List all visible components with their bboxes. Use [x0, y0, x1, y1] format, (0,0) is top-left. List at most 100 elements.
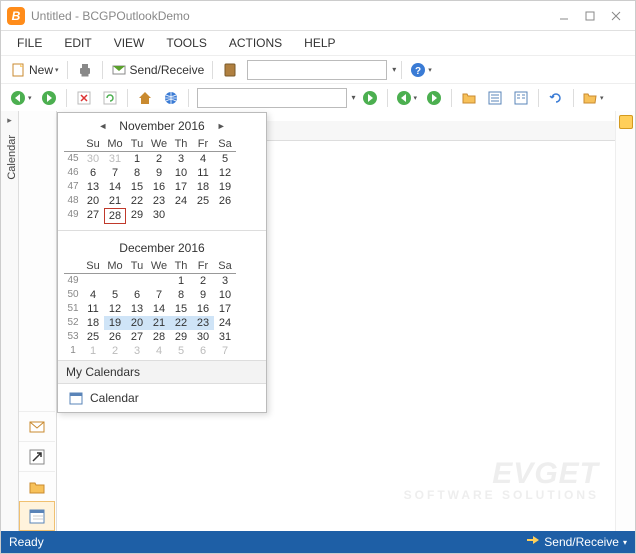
calendar-day[interactable]: 14 [148, 302, 170, 316]
calendar-day[interactable]: 15 [170, 302, 192, 316]
calendar-day[interactable]: 17 [214, 302, 236, 316]
prev-month-button[interactable]: ◄ [94, 121, 111, 131]
calendar-day[interactable]: 17 [170, 180, 192, 194]
calendar-day[interactable]: 5 [170, 344, 192, 358]
my-calendars-header[interactable]: My Calendars [58, 360, 266, 384]
calendar-day[interactable]: 9 [148, 166, 170, 180]
calendar-day[interactable]: 12 [104, 302, 126, 316]
search-input[interactable] [247, 60, 387, 80]
calendar-day[interactable]: 3 [170, 152, 192, 166]
calendar-day[interactable]: 18 [82, 316, 104, 330]
calendar-day[interactable]: 30 [148, 208, 170, 224]
calendar-day[interactable]: 18 [192, 180, 214, 194]
help-button[interactable]: ?▾ [407, 58, 435, 82]
vtab-calendar[interactable]: Calendar [1, 129, 18, 186]
calendar-day[interactable]: 3 [126, 344, 148, 358]
calendar-day[interactable]: 7 [214, 344, 236, 358]
forward-button[interactable] [37, 86, 61, 110]
print-button[interactable] [73, 58, 97, 82]
calendar-day[interactable]: 21 [148, 316, 170, 330]
calendar-day[interactable]: 19 [214, 180, 236, 194]
calendar-day[interactable]: 23 [148, 194, 170, 208]
calendar-day[interactable]: 1 [126, 152, 148, 166]
calendar-day[interactable]: 22 [170, 316, 192, 330]
maximize-button[interactable] [577, 6, 603, 26]
calendar-day[interactable]: 4 [192, 152, 214, 166]
calendar-day[interactable]: 15 [126, 180, 148, 194]
open-folder-button[interactable]: ▾ [579, 86, 607, 110]
go-button[interactable] [358, 86, 382, 110]
calendar-day[interactable]: 9 [192, 288, 214, 302]
nav-calendar[interactable] [19, 501, 55, 531]
calendar-day[interactable]: 24 [170, 194, 192, 208]
minimize-button[interactable] [551, 6, 577, 26]
close-button[interactable] [603, 6, 629, 26]
calendar-day[interactable]: 21 [104, 194, 126, 208]
calendar-day[interactable]: 27 [82, 208, 104, 224]
calendar-day[interactable]: 5 [214, 152, 236, 166]
calendar-day[interactable]: 31 [214, 330, 236, 344]
calendar-day[interactable]: 11 [192, 166, 214, 180]
calendar-day[interactable]: 13 [82, 180, 104, 194]
calendar-day[interactable]: 20 [126, 316, 148, 330]
calendar-day[interactable]: 22 [126, 194, 148, 208]
stop-button[interactable] [72, 86, 96, 110]
calendar-day[interactable]: 28 [104, 208, 126, 224]
menu-file[interactable]: FILE [7, 33, 52, 53]
home-button[interactable] [133, 86, 157, 110]
calendar-day[interactable]: 16 [192, 302, 214, 316]
calendar-day[interactable]: 5 [104, 288, 126, 302]
calendar-day[interactable]: 8 [126, 166, 148, 180]
calendar-day[interactable]: 4 [82, 288, 104, 302]
calendar-day[interactable]: 14 [104, 180, 126, 194]
calendar-day[interactable]: 3 [214, 274, 236, 288]
back-button[interactable]: ▾ [7, 86, 35, 110]
address-input[interactable] [197, 88, 347, 108]
calendar-day[interactable]: 16 [148, 180, 170, 194]
calendar-day[interactable]: 6 [192, 344, 214, 358]
menu-edit[interactable]: EDIT [54, 33, 101, 53]
calendar-day[interactable]: 26 [214, 194, 236, 208]
calendar-day[interactable]: 1 [170, 274, 192, 288]
detail-button[interactable] [483, 86, 507, 110]
calendar-day[interactable]: 29 [126, 208, 148, 224]
menu-tools[interactable]: TOOLS [156, 33, 216, 53]
calendar-day[interactable]: 7 [148, 288, 170, 302]
expand-pane-button[interactable]: ▸ [1, 111, 18, 129]
nav-folder[interactable] [19, 471, 55, 501]
dropdown-arrow-icon[interactable]: ▾ [392, 65, 396, 74]
back2-button[interactable]: ▾ [393, 86, 421, 110]
menu-actions[interactable]: ACTIONS [219, 33, 292, 53]
calendar-day[interactable]: 23 [192, 316, 214, 330]
calendar-day[interactable]: 2 [148, 152, 170, 166]
calendar-day[interactable]: 11 [82, 302, 104, 316]
my-calendars-item[interactable]: Calendar [58, 384, 266, 412]
new-button[interactable]: New ▾ [7, 58, 62, 82]
notes-button[interactable] [619, 115, 633, 129]
nav-shortcut[interactable] [19, 441, 55, 471]
calendar-day[interactable]: 19 [104, 316, 126, 330]
calendar-day[interactable]: 20 [82, 194, 104, 208]
next-month-button[interactable]: ► [213, 121, 230, 131]
forward2-button[interactable] [422, 86, 446, 110]
calendar-day[interactable]: 10 [214, 288, 236, 302]
calendar-day[interactable]: 30 [192, 330, 214, 344]
nav-mail[interactable] [19, 411, 55, 441]
calendar-day[interactable]: 25 [192, 194, 214, 208]
calendar-day[interactable]: 7 [104, 166, 126, 180]
calendar-day[interactable]: 10 [170, 166, 192, 180]
calendar-day[interactable]: 28 [148, 330, 170, 344]
calendar-day[interactable]: 6 [126, 288, 148, 302]
calendar-day[interactable]: 25 [82, 330, 104, 344]
send-receive-button[interactable]: Send/Receive [108, 58, 208, 82]
calendar-day[interactable]: 26 [104, 330, 126, 344]
folder-button[interactable] [457, 86, 481, 110]
menu-help[interactable]: HELP [294, 33, 345, 53]
web-button[interactable] [159, 86, 183, 110]
calendar-day[interactable]: 2 [104, 344, 126, 358]
calendar-day[interactable]: 31 [104, 152, 126, 166]
status-send-receive[interactable]: Send/Receive ▾ [526, 535, 627, 549]
undo-button[interactable] [544, 86, 568, 110]
calendar-day[interactable]: 27 [126, 330, 148, 344]
calendar-day[interactable]: 8 [170, 288, 192, 302]
